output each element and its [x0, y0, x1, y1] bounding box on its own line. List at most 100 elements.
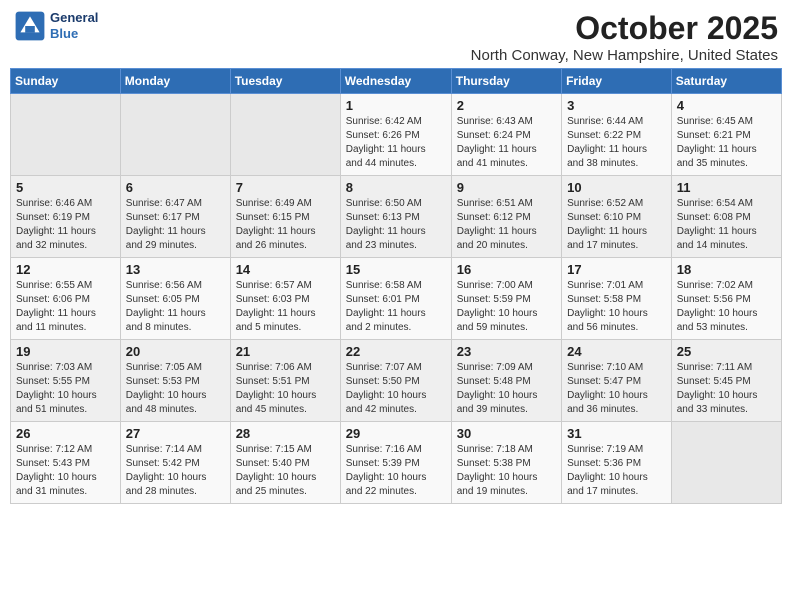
day-number: 8 [346, 180, 446, 195]
day-number: 6 [126, 180, 225, 195]
logo-icon [14, 10, 46, 42]
day-number: 12 [16, 262, 115, 277]
day-info: Sunrise: 6:45 AMSunset: 6:21 PMDaylight:… [677, 115, 776, 171]
calendar-week-5: 26 Sunrise: 7:12 AMSunset: 5:43 PMDayligh… [11, 422, 782, 504]
logo: General Blue [14, 10, 98, 42]
day-info: Sunrise: 6:54 AMSunset: 6:08 PMDaylight:… [677, 197, 776, 253]
day-info: Sunrise: 6:52 AMSunset: 6:10 PMDaylight:… [567, 197, 666, 253]
calendar-cell: 26 Sunrise: 7:12 AMSunset: 5:43 PMDayligh… [11, 422, 121, 504]
weekday-header-saturday: Saturday [671, 69, 781, 94]
day-info: Sunrise: 7:10 AMSunset: 5:47 PMDaylight:… [567, 361, 666, 417]
weekday-header-monday: Monday [120, 69, 230, 94]
day-number: 29 [346, 426, 446, 441]
title-area: October 2025 North Conway, New Hampshire… [471, 10, 778, 64]
calendar-week-1: 1 Sunrise: 6:42 AMSunset: 6:26 PMDaylight… [11, 94, 782, 176]
day-info: Sunrise: 6:57 AMSunset: 6:03 PMDaylight:… [236, 279, 335, 335]
day-info: Sunrise: 6:44 AMSunset: 6:22 PMDaylight:… [567, 115, 666, 171]
calendar-cell: 29 Sunrise: 7:16 AMSunset: 5:39 PMDayligh… [340, 422, 451, 504]
day-number: 26 [16, 426, 115, 441]
day-number: 30 [457, 426, 556, 441]
weekday-header-thursday: Thursday [451, 69, 561, 94]
day-number: 3 [567, 98, 666, 113]
day-info: Sunrise: 7:15 AMSunset: 5:40 PMDaylight:… [236, 443, 335, 499]
day-info: Sunrise: 7:16 AMSunset: 5:39 PMDaylight:… [346, 443, 446, 499]
day-info: Sunrise: 7:02 AMSunset: 5:56 PMDaylight:… [677, 279, 776, 335]
weekday-header-friday: Friday [562, 69, 672, 94]
day-info: Sunrise: 7:11 AMSunset: 5:45 PMDaylight:… [677, 361, 776, 417]
calendar-cell: 18 Sunrise: 7:02 AMSunset: 5:56 PMDayligh… [671, 258, 781, 340]
calendar-cell: 14 Sunrise: 6:57 AMSunset: 6:03 PMDayligh… [230, 258, 340, 340]
calendar-cell: 15 Sunrise: 6:58 AMSunset: 6:01 PMDayligh… [340, 258, 451, 340]
calendar-cell: 7 Sunrise: 6:49 AMSunset: 6:15 PMDaylight… [230, 176, 340, 258]
day-info: Sunrise: 7:05 AMSunset: 5:53 PMDaylight:… [126, 361, 225, 417]
day-number: 31 [567, 426, 666, 441]
calendar-cell: 10Sunrise: 6:52 AMSunset: 6:10 PMDayligh… [562, 176, 672, 258]
calendar-cell: 12 Sunrise: 6:55 AMSunset: 6:06 PMDayligh… [11, 258, 121, 340]
calendar-cell: 6 Sunrise: 6:47 AMSunset: 6:17 PMDaylight… [120, 176, 230, 258]
day-number: 9 [457, 180, 556, 195]
day-number: 18 [677, 262, 776, 277]
calendar-cell: 5Sunrise: 6:46 AMSunset: 6:19 PMDaylight… [11, 176, 121, 258]
month-title: October 2025 [471, 10, 778, 47]
day-info: Sunrise: 7:18 AMSunset: 5:38 PMDaylight:… [457, 443, 556, 499]
day-number: 25 [677, 344, 776, 359]
calendar-cell [230, 94, 340, 176]
calendar-cell: 8 Sunrise: 6:50 AMSunset: 6:13 PMDaylight… [340, 176, 451, 258]
day-info: Sunrise: 6:50 AMSunset: 6:13 PMDaylight:… [346, 197, 446, 253]
day-info: Sunrise: 6:51 AMSunset: 6:12 PMDaylight:… [457, 197, 556, 253]
calendar-cell [11, 94, 121, 176]
day-info: Sunrise: 7:14 AMSunset: 5:42 PMDaylight:… [126, 443, 225, 499]
calendar-cell: 27 Sunrise: 7:14 AMSunset: 5:42 PMDayligh… [120, 422, 230, 504]
day-number: 15 [346, 262, 446, 277]
day-number: 27 [126, 426, 225, 441]
day-info: Sunrise: 7:19 AMSunset: 5:36 PMDaylight:… [567, 443, 666, 499]
calendar-week-4: 19Sunrise: 7:03 AMSunset: 5:55 PMDayligh… [11, 340, 782, 422]
calendar-cell: 11Sunrise: 6:54 AMSunset: 6:08 PMDayligh… [671, 176, 781, 258]
day-info: Sunrise: 6:55 AMSunset: 6:06 PMDaylight:… [16, 279, 115, 335]
weekday-header-tuesday: Tuesday [230, 69, 340, 94]
calendar-cell: 25 Sunrise: 7:11 AMSunset: 5:45 PMDayligh… [671, 340, 781, 422]
day-number: 5 [16, 180, 115, 195]
day-info: Sunrise: 6:42 AMSunset: 6:26 PMDaylight:… [346, 115, 446, 171]
calendar-cell: 23 Sunrise: 7:09 AMSunset: 5:48 PMDayligh… [451, 340, 561, 422]
day-number: 2 [457, 98, 556, 113]
day-number: 20 [126, 344, 225, 359]
calendar-cell: 13Sunrise: 6:56 AMSunset: 6:05 PMDayligh… [120, 258, 230, 340]
calendar-cell: 21Sunrise: 7:06 AMSunset: 5:51 PMDayligh… [230, 340, 340, 422]
day-number: 14 [236, 262, 335, 277]
weekday-header-sunday: Sunday [11, 69, 121, 94]
calendar-cell: 28 Sunrise: 7:15 AMSunset: 5:40 PMDayligh… [230, 422, 340, 504]
day-number: 7 [236, 180, 335, 195]
day-info: Sunrise: 7:01 AMSunset: 5:58 PMDaylight:… [567, 279, 666, 335]
calendar-week-3: 12 Sunrise: 6:55 AMSunset: 6:06 PMDayligh… [11, 258, 782, 340]
day-number: 24 [567, 344, 666, 359]
calendar-cell: 9 Sunrise: 6:51 AMSunset: 6:12 PMDaylight… [451, 176, 561, 258]
day-info: Sunrise: 7:00 AMSunset: 5:59 PMDaylight:… [457, 279, 556, 335]
calendar-week-2: 5Sunrise: 6:46 AMSunset: 6:19 PMDaylight… [11, 176, 782, 258]
calendar-cell: 30 Sunrise: 7:18 AMSunset: 5:38 PMDayligh… [451, 422, 561, 504]
day-info: Sunrise: 7:03 AMSunset: 5:55 PMDaylight:… [16, 361, 115, 417]
day-info: Sunrise: 6:47 AMSunset: 6:17 PMDaylight:… [126, 197, 225, 253]
day-info: Sunrise: 6:58 AMSunset: 6:01 PMDaylight:… [346, 279, 446, 335]
weekday-header-row: SundayMondayTuesdayWednesdayThursdayFrid… [11, 69, 782, 94]
calendar-cell: 3 Sunrise: 6:44 AMSunset: 6:22 PMDaylight… [562, 94, 672, 176]
calendar-cell: 4Sunrise: 6:45 AMSunset: 6:21 PMDaylight… [671, 94, 781, 176]
calendar-cell: 22Sunrise: 7:07 AMSunset: 5:50 PMDayligh… [340, 340, 451, 422]
calendar-cell: 1 Sunrise: 6:42 AMSunset: 6:26 PMDaylight… [340, 94, 451, 176]
calendar-cell: 20 Sunrise: 7:05 AMSunset: 5:53 PMDayligh… [120, 340, 230, 422]
calendar: SundayMondayTuesdayWednesdayThursdayFrid… [10, 68, 782, 504]
day-info: Sunrise: 7:06 AMSunset: 5:51 PMDaylight:… [236, 361, 335, 417]
logo-text: General Blue [50, 10, 98, 41]
day-number: 13 [126, 262, 225, 277]
calendar-cell [671, 422, 781, 504]
calendar-cell: 31 Sunrise: 7:19 AMSunset: 5:36 PMDayligh… [562, 422, 672, 504]
calendar-cell: 16Sunrise: 7:00 AMSunset: 5:59 PMDayligh… [451, 258, 561, 340]
day-info: Sunrise: 7:12 AMSunset: 5:43 PMDaylight:… [16, 443, 115, 499]
calendar-cell: 19Sunrise: 7:03 AMSunset: 5:55 PMDayligh… [11, 340, 121, 422]
day-number: 1 [346, 98, 446, 113]
day-number: 22 [346, 344, 446, 359]
day-number: 28 [236, 426, 335, 441]
day-number: 23 [457, 344, 556, 359]
day-info: Sunrise: 7:09 AMSunset: 5:48 PMDaylight:… [457, 361, 556, 417]
day-info: Sunrise: 6:49 AMSunset: 6:15 PMDaylight:… [236, 197, 335, 253]
